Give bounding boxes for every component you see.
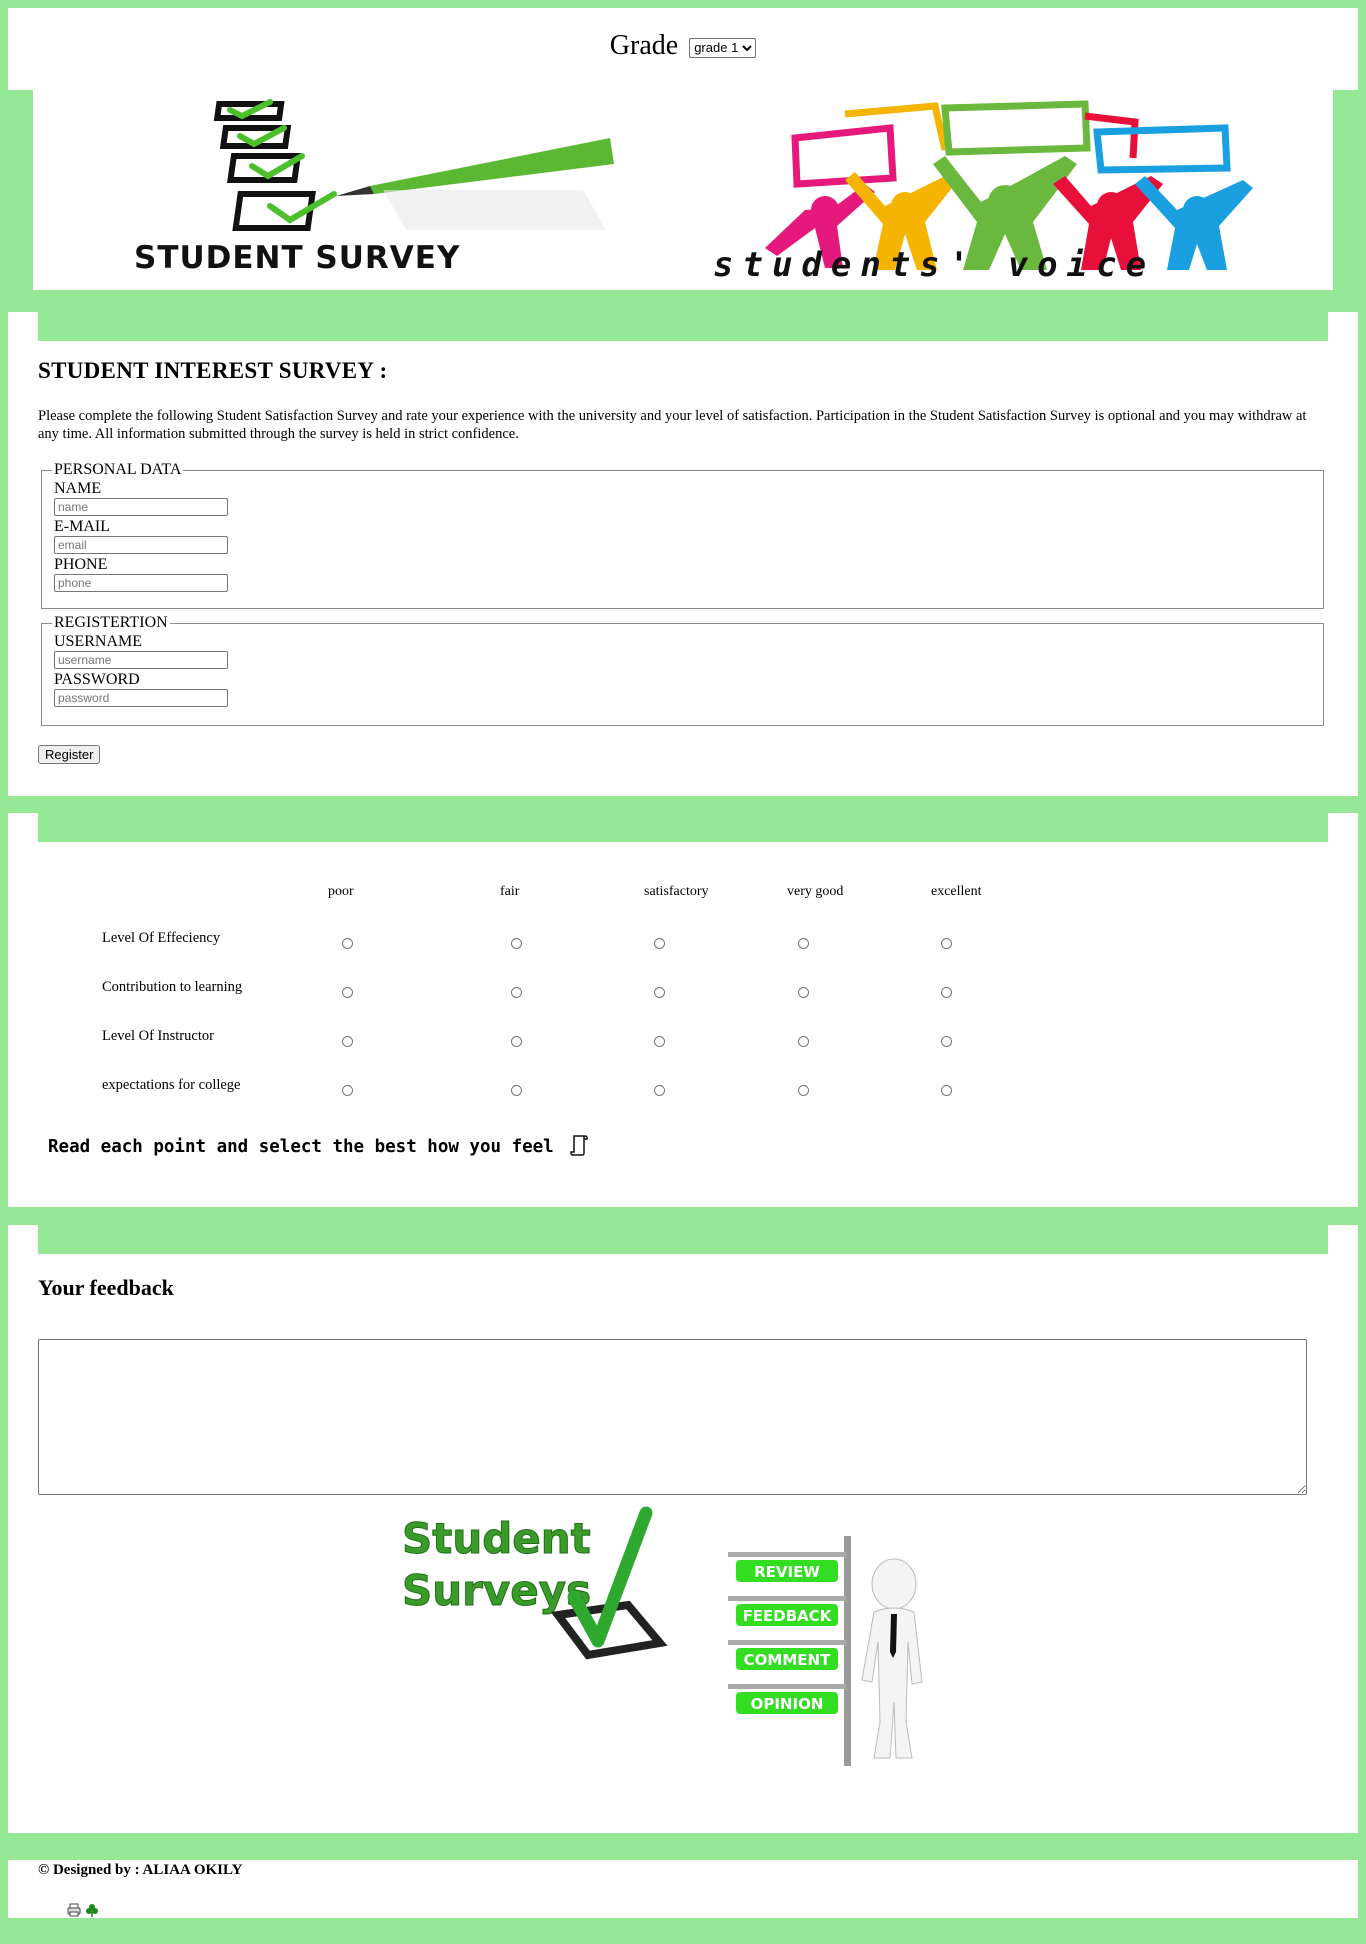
figure-person <box>861 1558 923 1759</box>
rating-radio[interactable] <box>798 1085 809 1096</box>
students-voice-banner-image: students' voice <box>713 100 1253 280</box>
rating-column-header: excellent <box>931 884 982 899</box>
personal-data-fieldset: PERSONAL DATA NAME E-MAIL PHONE <box>41 461 1324 609</box>
rating-radio[interactable] <box>654 987 665 998</box>
rating-column-header: fair <box>500 884 520 899</box>
survey-panel-header-bar <box>38 312 1328 341</box>
feedback-panel-header-bar <box>38 1225 1328 1254</box>
sign-review: REVIEW <box>754 1563 820 1581</box>
rating-radio[interactable] <box>342 1036 353 1047</box>
rating-hint-text: Read each point and select the best how … <box>48 1137 554 1157</box>
rating-radio[interactable] <box>941 938 952 949</box>
username-label: USERNAME <box>54 633 143 650</box>
feedback-title: Your feedback <box>38 1275 174 1300</box>
register-button[interactable]: Register <box>38 745 101 764</box>
printer-icon <box>67 1903 81 1917</box>
rating-column-header: poor <box>328 884 354 899</box>
rating-radio[interactable] <box>941 1036 952 1047</box>
feedback-textarea[interactable] <box>38 1339 1307 1495</box>
name-label: NAME <box>54 480 102 497</box>
sign-feedback: FEEDBACK <box>743 1607 833 1625</box>
phone-label: PHONE <box>54 556 108 573</box>
registration-legend: REGISTERTION <box>54 614 168 631</box>
rating-radio[interactable] <box>654 1085 665 1096</box>
rating-radio[interactable] <box>511 1036 522 1047</box>
grade-select[interactable]: grade 1 <box>689 37 757 58</box>
footer-icons <box>67 1903 99 1922</box>
password-label: PASSWORD <box>54 671 140 688</box>
survey-title: STUDENT INTEREST SURVEY : <box>38 358 388 383</box>
rating-hint: Read each point and select the best how … <box>48 1134 589 1157</box>
rating-radio[interactable] <box>941 987 952 998</box>
rating-column-header: satisfactory <box>644 884 709 899</box>
rating-radio[interactable] <box>941 1085 952 1096</box>
sign-comment: COMMENT <box>744 1651 831 1669</box>
feedback-signpost-image: REVIEW FEEDBACK COMMENT OPINION <box>728 1536 923 1766</box>
username-input[interactable] <box>54 651 228 669</box>
student-surveys-word-1: Student <box>402 1514 591 1563</box>
rating-column-header: very good <box>787 884 844 899</box>
student-survey-banner-image: STUDENT SURVEY <box>134 99 614 276</box>
rating-radio[interactable] <box>798 987 809 998</box>
grade-row: Grade grade 1 <box>0 30 1366 62</box>
registration-fieldset: REGISTERTION USERNAME PASSWORD <box>41 614 1324 726</box>
grade-label: Grade <box>609 30 679 61</box>
password-input[interactable] <box>54 689 228 707</box>
survey-intro-text: Please complete the following Student Sa… <box>38 408 1307 442</box>
sign-opinion: OPINION <box>751 1695 824 1713</box>
rating-radio[interactable] <box>798 938 809 949</box>
rating-radio[interactable] <box>342 1085 353 1096</box>
feedback-panel <box>8 1225 1358 1833</box>
banner-left-text: STUDENT SURVEY <box>134 240 460 276</box>
personal-data-legend: PERSONAL DATA <box>54 461 182 478</box>
student-surveys-image: Student Surveys <box>402 1506 668 1660</box>
footer-credit: © Designed by : ALIAA OKILY <box>38 1862 243 1878</box>
email-label: E-MAIL <box>54 518 110 535</box>
rating-radio[interactable] <box>798 1036 809 1047</box>
rating-radio[interactable] <box>654 938 665 949</box>
phone-input[interactable] <box>54 574 228 592</box>
rating-row-label: Level Of Effeciency <box>102 930 221 946</box>
rating-panel-header-bar <box>38 813 1328 842</box>
rating-radio[interactable] <box>342 938 353 949</box>
rating-radio[interactable] <box>511 1085 522 1096</box>
rating-row-label: Level Of Instructor <box>102 1028 214 1044</box>
rating-row-label: expectations for college <box>102 1077 241 1093</box>
student-surveys-word-2: Surveys <box>402 1566 591 1615</box>
name-input[interactable] <box>54 498 228 516</box>
rating-row-label: Contribution to learning <box>102 979 243 995</box>
rating-radio[interactable] <box>511 987 522 998</box>
rating-radio[interactable] <box>342 987 353 998</box>
clover-icon <box>86 1904 98 1917</box>
banner-right-text: students' voice <box>713 245 1155 280</box>
rating-radio[interactable] <box>511 938 522 949</box>
email-input[interactable] <box>54 536 228 554</box>
scroll-icon <box>570 1135 589 1156</box>
rating-radio[interactable] <box>654 1036 665 1047</box>
